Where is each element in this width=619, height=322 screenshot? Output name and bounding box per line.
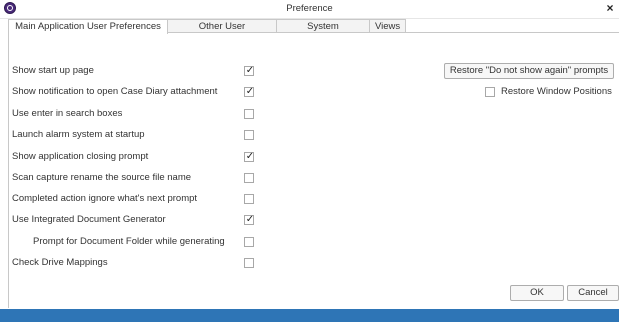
pref-label-completed-action-ignore: Completed action ignore what's next prom…: [12, 193, 198, 204]
title-bar: Preference ×: [0, 0, 619, 19]
pref-label-prompt-document-folder: Prompt for Document Folder while generat…: [33, 236, 225, 247]
pref-checkbox-completed-action-ignore[interactable]: [244, 194, 254, 204]
pref-label-show-start-up-page: Show start up page: [12, 65, 94, 76]
pref-label-show-notification: Show notification to open Case Diary att…: [12, 86, 218, 97]
pref-checkbox-use-enter-in-search[interactable]: [244, 109, 254, 119]
pref-label-use-enter-in-search: Use enter in search boxes: [12, 108, 123, 119]
pref-checkbox-launch-alarm-system[interactable]: [244, 130, 254, 140]
checkmark-icon: ✓: [245, 214, 255, 225]
checkmark-icon: ✓: [245, 151, 255, 162]
tab-views[interactable]: Views: [369, 19, 406, 33]
pref-checkbox-use-integrated-doc-generator[interactable]: ✓: [244, 214, 255, 225]
pref-label-check-drive-mappings: Check Drive Mappings: [12, 257, 108, 268]
pref-checkbox-scan-capture-rename[interactable]: [244, 173, 254, 183]
tab-main-application-user-preferences[interactable]: Main Application User Preferences: [8, 19, 168, 34]
tab-system-preferences[interactable]: System Preferences: [276, 19, 370, 46]
restore-prompts-button[interactable]: Restore "Do not show again" prompts: [444, 63, 614, 79]
cancel-button[interactable]: Cancel: [567, 285, 619, 301]
pref-checkbox-prompt-document-folder[interactable]: [244, 237, 254, 247]
ok-button[interactable]: OK: [510, 285, 564, 301]
pref-checkbox-show-notification[interactable]: ✓: [244, 86, 255, 97]
restore-window-positions-checkbox[interactable]: [485, 87, 495, 97]
window-title: Preference: [286, 3, 333, 14]
tab-other-user-preferences[interactable]: Other User Preferences: [167, 19, 277, 46]
checkmark-icon: ✓: [245, 65, 255, 76]
pref-checkbox-show-closing-prompt[interactable]: ✓: [244, 151, 255, 162]
pref-label-show-closing-prompt: Show application closing prompt: [12, 151, 149, 162]
pref-checkbox-check-drive-mappings[interactable]: [244, 258, 254, 268]
checkmark-icon: ✓: [245, 86, 255, 97]
pref-label-scan-capture-rename: Scan capture rename the source file name: [12, 172, 192, 183]
restore-window-positions-label: Restore Window Positions: [501, 86, 612, 97]
tab-strip: Main Application User Preferences Other …: [8, 19, 406, 46]
close-icon[interactable]: ×: [603, 1, 617, 15]
pref-checkbox-show-start-up-page[interactable]: ✓: [244, 65, 255, 76]
preference-window: Preference × Main Application User Prefe…: [0, 0, 619, 322]
pref-label-launch-alarm-system: Launch alarm system at startup: [12, 129, 145, 140]
pref-label-use-integrated-doc-generator: Use Integrated Document Generator: [12, 214, 166, 225]
window-bottom-bar: [0, 309, 619, 322]
